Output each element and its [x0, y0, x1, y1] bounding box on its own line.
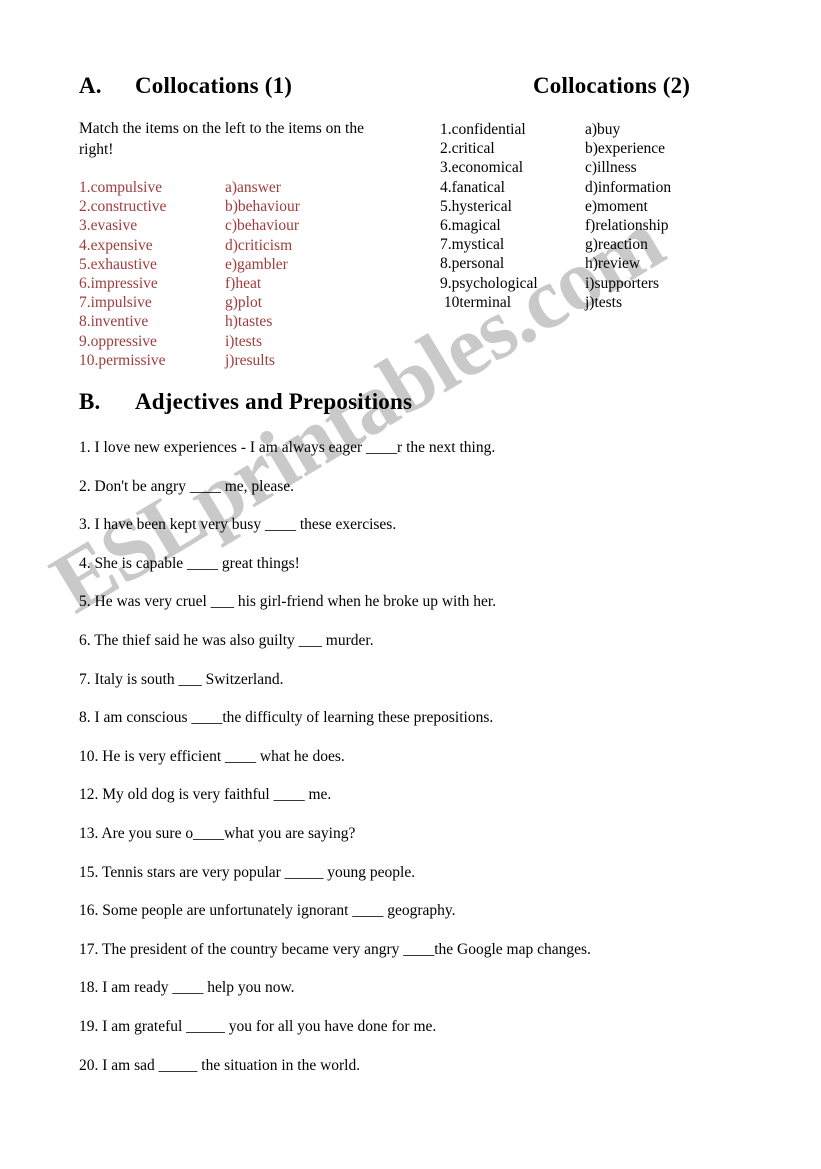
section-b-letter: B. [79, 389, 101, 414]
list-item: j)tests [585, 293, 623, 311]
worksheet-page: ESLprintables.com A. Collocations (1) Col… [0, 0, 821, 1169]
exercise-question: 20. I am sad _____ the situation in the … [79, 1056, 361, 1074]
exercise-question: 3. I have been kept very busy ____ these… [79, 516, 397, 534]
section-a-title: Collocations (1) [135, 73, 293, 98]
collocations-1-options: a)answer b)behaviour c)behaviour d)criti… [225, 178, 300, 370]
list-item: 6.impressive [79, 275, 158, 293]
prepositions-exercise-list: 1. I love new experiences - I am always … [79, 438, 779, 1094]
exercise-question: 8. I am conscious ____the difficulty of … [79, 709, 494, 727]
list-item: 4.fanatical [440, 178, 505, 196]
list-item: f)relationship [585, 217, 669, 235]
list-item: 3.economical [440, 159, 524, 177]
list-item: 1.confidential [440, 121, 526, 138]
list-item: 9.oppressive [79, 332, 157, 350]
list-item: 7.mystical [440, 236, 505, 254]
list-item: j)results [225, 351, 275, 369]
list-item: 6.magical [440, 217, 501, 235]
exercise-question: 2. Don't be angry ____ me, please. [79, 477, 295, 495]
list-item: e)moment [585, 197, 648, 215]
list-item: 2.constructive [79, 198, 167, 216]
list-item: d)information [585, 178, 672, 196]
list-item: e)gambler [225, 255, 288, 273]
list-item: 10terminal [440, 293, 512, 311]
list-item: b)behaviour [225, 198, 300, 216]
list-item: c)illness [585, 159, 637, 177]
list-item: 10.permissive [79, 351, 166, 369]
collocations-2-options: a)buy b)experience c)illness d)informati… [585, 120, 671, 312]
exercise-question: 13. Are you sure o____what you are sayin… [79, 824, 356, 842]
list-item: 8.personal [440, 255, 505, 273]
section-c-heading: Collocations (2) [533, 73, 691, 98]
section-b-heading: B. Adjectives and Prepositions [79, 389, 412, 415]
list-item: 5.exhaustive [79, 255, 157, 273]
list-item: 9.psychological [440, 274, 538, 292]
list-item: g)plot [225, 294, 263, 312]
list-item: 3.evasive [79, 217, 138, 235]
section-a-letter: A. [79, 73, 102, 98]
list-item: 1.compulsive [79, 179, 163, 196]
match-instructions: Match the items on the left to the items… [79, 120, 364, 158]
collocations-2-items: 1.confidential 2.critical 3.economical 4… [440, 120, 538, 312]
list-item: g)reaction [585, 236, 648, 254]
list-item: i)supporters [585, 274, 660, 292]
list-item: a)buy [585, 121, 621, 138]
list-item: i)tests [225, 332, 263, 350]
exercise-question: 18. I am ready ____ help you now. [79, 979, 295, 997]
exercise-question: 1. I love new experiences - I am always … [79, 439, 496, 456]
exercise-question: 5. He was very cruel ___ his girl-friend… [79, 593, 497, 611]
list-item: 5.hysterical [440, 197, 512, 215]
list-item: f)heat [225, 275, 262, 293]
list-item: h)tastes [225, 313, 273, 331]
exercise-question: 7. Italy is south ___ Switzerland. [79, 670, 284, 688]
exercise-question: 17. The president of the country became … [79, 940, 591, 958]
list-item: a)answer [225, 179, 281, 196]
list-item: b)experience [585, 140, 666, 158]
exercise-question: 19. I am grateful _____ you for all you … [79, 1017, 437, 1035]
section-a-heading: A. Collocations (1) [79, 73, 292, 99]
exercise-question: 10. He is very efficient ____ what he do… [79, 747, 345, 765]
list-item: 2.critical [440, 140, 495, 158]
exercise-question: 6. The thief said he was also guilty ___… [79, 631, 374, 649]
exercise-question: 12. My old dog is very faithful ____ me. [79, 786, 332, 804]
exercise-question: 4. She is capable ____ great things! [79, 554, 300, 572]
list-item: 8.inventive [79, 313, 149, 331]
list-item: c)behaviour [225, 217, 300, 235]
list-item: h)review [585, 255, 641, 273]
exercise-question: 16. Some people are unfortunately ignora… [79, 902, 456, 920]
section-b-title: Adjectives and Prepositions [135, 389, 413, 414]
list-item: 7.impulsive [79, 294, 152, 312]
list-item: d)criticism [225, 236, 293, 254]
collocations-1-items: 1.compulsive 2.constructive 3.evasive 4.… [79, 178, 166, 370]
list-item: 4.expensive [79, 236, 153, 254]
exercise-question: 15. Tennis stars are very popular _____ … [79, 863, 416, 881]
